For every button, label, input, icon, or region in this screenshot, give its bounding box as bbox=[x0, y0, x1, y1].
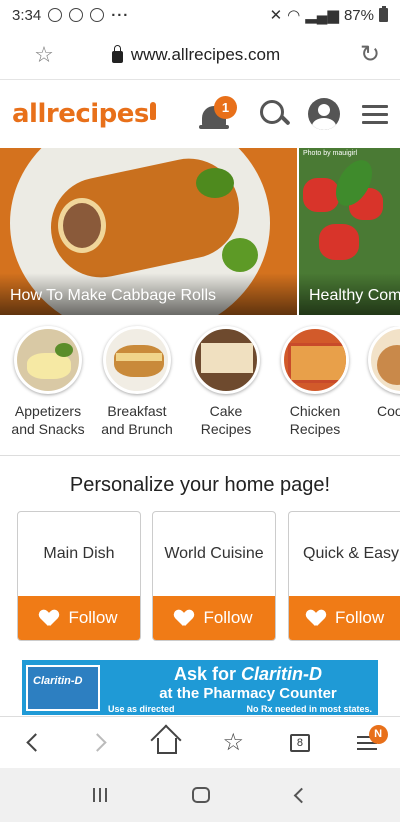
header-actions: 1 bbox=[198, 94, 400, 134]
hero-carousel: How To Make Cabbage Rolls Photo by mauig… bbox=[0, 148, 400, 315]
heart-icon bbox=[40, 610, 58, 626]
ad-headline-prefix: Ask for bbox=[173, 664, 242, 684]
package-label: Claritin-D bbox=[33, 675, 83, 687]
ad-subline: at the Pharmacy Counter bbox=[159, 685, 337, 702]
follow-label: Follow bbox=[68, 608, 118, 627]
hero-slide-cabbage-rolls[interactable]: How To Make Cabbage Rolls bbox=[0, 148, 297, 315]
hamburger-menu-icon[interactable] bbox=[362, 100, 388, 129]
claritin-package-image: Claritin-D bbox=[26, 665, 100, 711]
mute-icon: ✕ bbox=[269, 7, 283, 24]
ad-headline-brand: Claritin-D bbox=[241, 664, 323, 684]
heart-icon bbox=[307, 610, 325, 626]
site-header: allrecipes 1 bbox=[0, 81, 400, 147]
home-icon bbox=[156, 737, 177, 754]
topic-card-world-cuisine: World Cuisine Follow bbox=[152, 511, 276, 641]
follow-button[interactable]: Follow bbox=[153, 596, 275, 640]
topic-card-main-dish: Main Dish Follow bbox=[17, 511, 141, 641]
ad-footer-right: No Rx needed in most states. bbox=[246, 704, 372, 714]
tabs-icon: 8 bbox=[289, 733, 310, 752]
hero-slide-healthy[interactable]: Photo by mauigirl Healthy Com bbox=[299, 148, 400, 315]
category-image bbox=[14, 326, 82, 394]
messenger-notification-icon bbox=[69, 8, 84, 22]
search-icon[interactable] bbox=[254, 94, 294, 134]
category-appetizers[interactable]: Appetizers and Snacks bbox=[5, 326, 91, 438]
follow-label: Follow bbox=[203, 608, 253, 627]
url-field[interactable]: www.allrecipes.com bbox=[52, 44, 340, 65]
status-time: 3:34 bbox=[12, 6, 42, 24]
status-left: 3:34 ··· bbox=[12, 7, 129, 24]
ad-footer-left: Use as directed bbox=[108, 704, 175, 714]
user-avatar-icon[interactable] bbox=[308, 98, 340, 130]
chevron-right-icon bbox=[88, 733, 107, 752]
forward-button[interactable] bbox=[80, 723, 120, 763]
heart-icon bbox=[175, 610, 193, 626]
battery-percent: 87% bbox=[343, 6, 374, 24]
category-carousel: Appetizers and Snacks Breakfast and Brun… bbox=[0, 316, 400, 456]
browser-address-bar: ☆ www.allrecipes.com ↻ bbox=[0, 30, 400, 80]
category-image bbox=[103, 326, 171, 394]
browser-menu-button[interactable]: N bbox=[347, 723, 388, 763]
menu-badge: N bbox=[368, 724, 388, 744]
claritin-ad-banner[interactable]: Claritin-D Ask for Claritin-D at the Pha… bbox=[22, 660, 378, 715]
spoon-icon bbox=[149, 102, 156, 120]
topic-card-quick-easy: Quick & Easy Follow bbox=[288, 511, 400, 641]
category-cake[interactable]: Cake Recipes bbox=[183, 326, 269, 438]
category-cookies[interactable]: Coo bbox=[361, 326, 400, 420]
status-bar: 3:34 ··· ✕ ◠ ▂▄▆ 87% bbox=[0, 0, 400, 30]
hero-caption: Healthy Com bbox=[299, 273, 400, 315]
logo-text: allrecipes bbox=[12, 99, 149, 129]
category-label: Cake Recipes bbox=[200, 403, 252, 437]
category-image bbox=[192, 326, 260, 394]
parsley-image bbox=[222, 238, 258, 272]
bookmarks-button[interactable]: ☆ bbox=[213, 723, 253, 763]
photos-notification-icon bbox=[48, 8, 63, 22]
system-back-icon[interactable] bbox=[293, 787, 310, 803]
reload-icon[interactable]: ↻ bbox=[340, 40, 400, 69]
roll-cut-image bbox=[58, 198, 106, 253]
topic-name: Quick & Easy bbox=[303, 545, 400, 562]
ad-headline: Ask for Claritin-D bbox=[128, 665, 368, 683]
system-navigation-bar bbox=[0, 768, 400, 822]
status-right: ✕ ◠ ▂▄▆ 87% bbox=[270, 6, 388, 24]
back-button[interactable] bbox=[13, 723, 53, 763]
bookmark-star-icon: ☆ bbox=[222, 729, 245, 756]
parsley-image bbox=[196, 168, 234, 198]
system-home-icon[interactable] bbox=[192, 787, 211, 803]
more-notifications-icon: ··· bbox=[111, 6, 130, 24]
category-chicken[interactable]: Chicken Recipes bbox=[272, 326, 358, 438]
tomato-image bbox=[303, 178, 339, 212]
home-button[interactable] bbox=[147, 723, 187, 763]
signal-icon: ▂▄▆ bbox=[305, 7, 339, 24]
category-breakfast[interactable]: Breakfast and Brunch bbox=[94, 326, 180, 438]
category-label: Chicken Recipes bbox=[289, 403, 341, 437]
notification-badge: 1 bbox=[214, 96, 237, 119]
topic-name: Main Dish bbox=[43, 545, 115, 562]
recent-apps-icon[interactable] bbox=[92, 788, 107, 802]
topic-name: World Cuisine bbox=[164, 545, 264, 562]
browser-toolbar: ☆ 8 N bbox=[0, 716, 400, 768]
category-label: Appetizers and Snacks bbox=[11, 403, 85, 437]
hero-caption: How To Make Cabbage Rolls bbox=[0, 273, 297, 315]
category-image bbox=[368, 326, 400, 394]
category-label: Breakfast and Brunch bbox=[101, 403, 173, 437]
follow-button[interactable]: Follow bbox=[18, 596, 140, 640]
personalize-title: Personalize your home page! bbox=[69, 474, 331, 496]
notifications-button[interactable]: 1 bbox=[198, 94, 238, 134]
follow-button[interactable]: Follow bbox=[289, 596, 400, 640]
photo-credit: Photo by mauigirl bbox=[303, 150, 358, 157]
allrecipes-logo[interactable]: allrecipes bbox=[12, 99, 156, 129]
tomato-image bbox=[319, 224, 359, 260]
url-text: www.allrecipes.com bbox=[130, 44, 281, 64]
follow-label: Follow bbox=[335, 608, 385, 627]
tabs-button[interactable]: 8 bbox=[280, 723, 320, 763]
app-notification-icon bbox=[90, 8, 105, 22]
wifi-icon: ◠ bbox=[287, 7, 301, 24]
battery-icon bbox=[379, 6, 388, 22]
category-label: Coo bbox=[377, 403, 400, 419]
category-image bbox=[281, 326, 349, 394]
chevron-left-icon bbox=[26, 733, 46, 752]
lock-icon bbox=[111, 44, 123, 63]
